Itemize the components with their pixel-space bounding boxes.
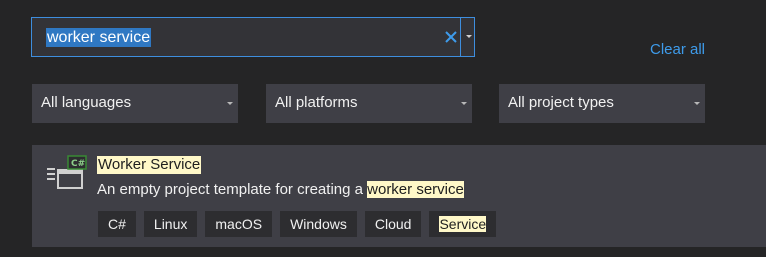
search-history-dropdown-icon[interactable] — [466, 35, 472, 38]
tag-linux: Linux — [143, 211, 198, 237]
tag-csharp: C# — [98, 211, 136, 237]
language-filter-value: All languages — [41, 94, 132, 111]
clear-all-link[interactable]: Clear all — [650, 41, 705, 58]
tag-windows: Windows — [280, 211, 357, 237]
chevron-down-icon — [694, 102, 700, 105]
chevron-down-icon — [461, 102, 467, 105]
template-list-item[interactable]: C# Worker Service An empty project templ… — [32, 145, 766, 247]
platform-filter-dropdown[interactable]: All platforms — [266, 84, 472, 123]
tag-service: Service — [429, 211, 497, 237]
platform-filter-value: All platforms — [275, 94, 358, 111]
worker-service-template-icon: C# — [45, 155, 89, 189]
new-project-template-search: worker service Clear all All languages A… — [0, 0, 766, 257]
template-title: Worker Service — [97, 156, 202, 174]
template-description: An empty project template for creating a… — [97, 181, 464, 199]
csharp-badge-text: C# — [71, 159, 85, 169]
tag-service-match: Service — [439, 216, 487, 232]
search-input[interactable]: worker service — [46, 28, 152, 47]
project-type-filter-value: All project types — [508, 94, 614, 111]
chevron-down-icon — [227, 102, 233, 105]
language-filter-dropdown[interactable]: All languages — [32, 84, 238, 123]
project-type-filter-dropdown[interactable]: All project types — [499, 84, 705, 123]
clear-search-icon[interactable] — [444, 29, 458, 45]
search-divider — [460, 18, 461, 56]
template-description-text: An empty project template for creating a — [97, 181, 368, 198]
template-description-match: worker service — [367, 181, 464, 198]
template-tags: C# Linux macOS Windows Cloud Service — [98, 211, 497, 237]
template-search-box[interactable]: worker service — [31, 17, 475, 57]
tag-cloud: Cloud — [364, 211, 422, 237]
tag-macos: macOS — [205, 211, 273, 237]
